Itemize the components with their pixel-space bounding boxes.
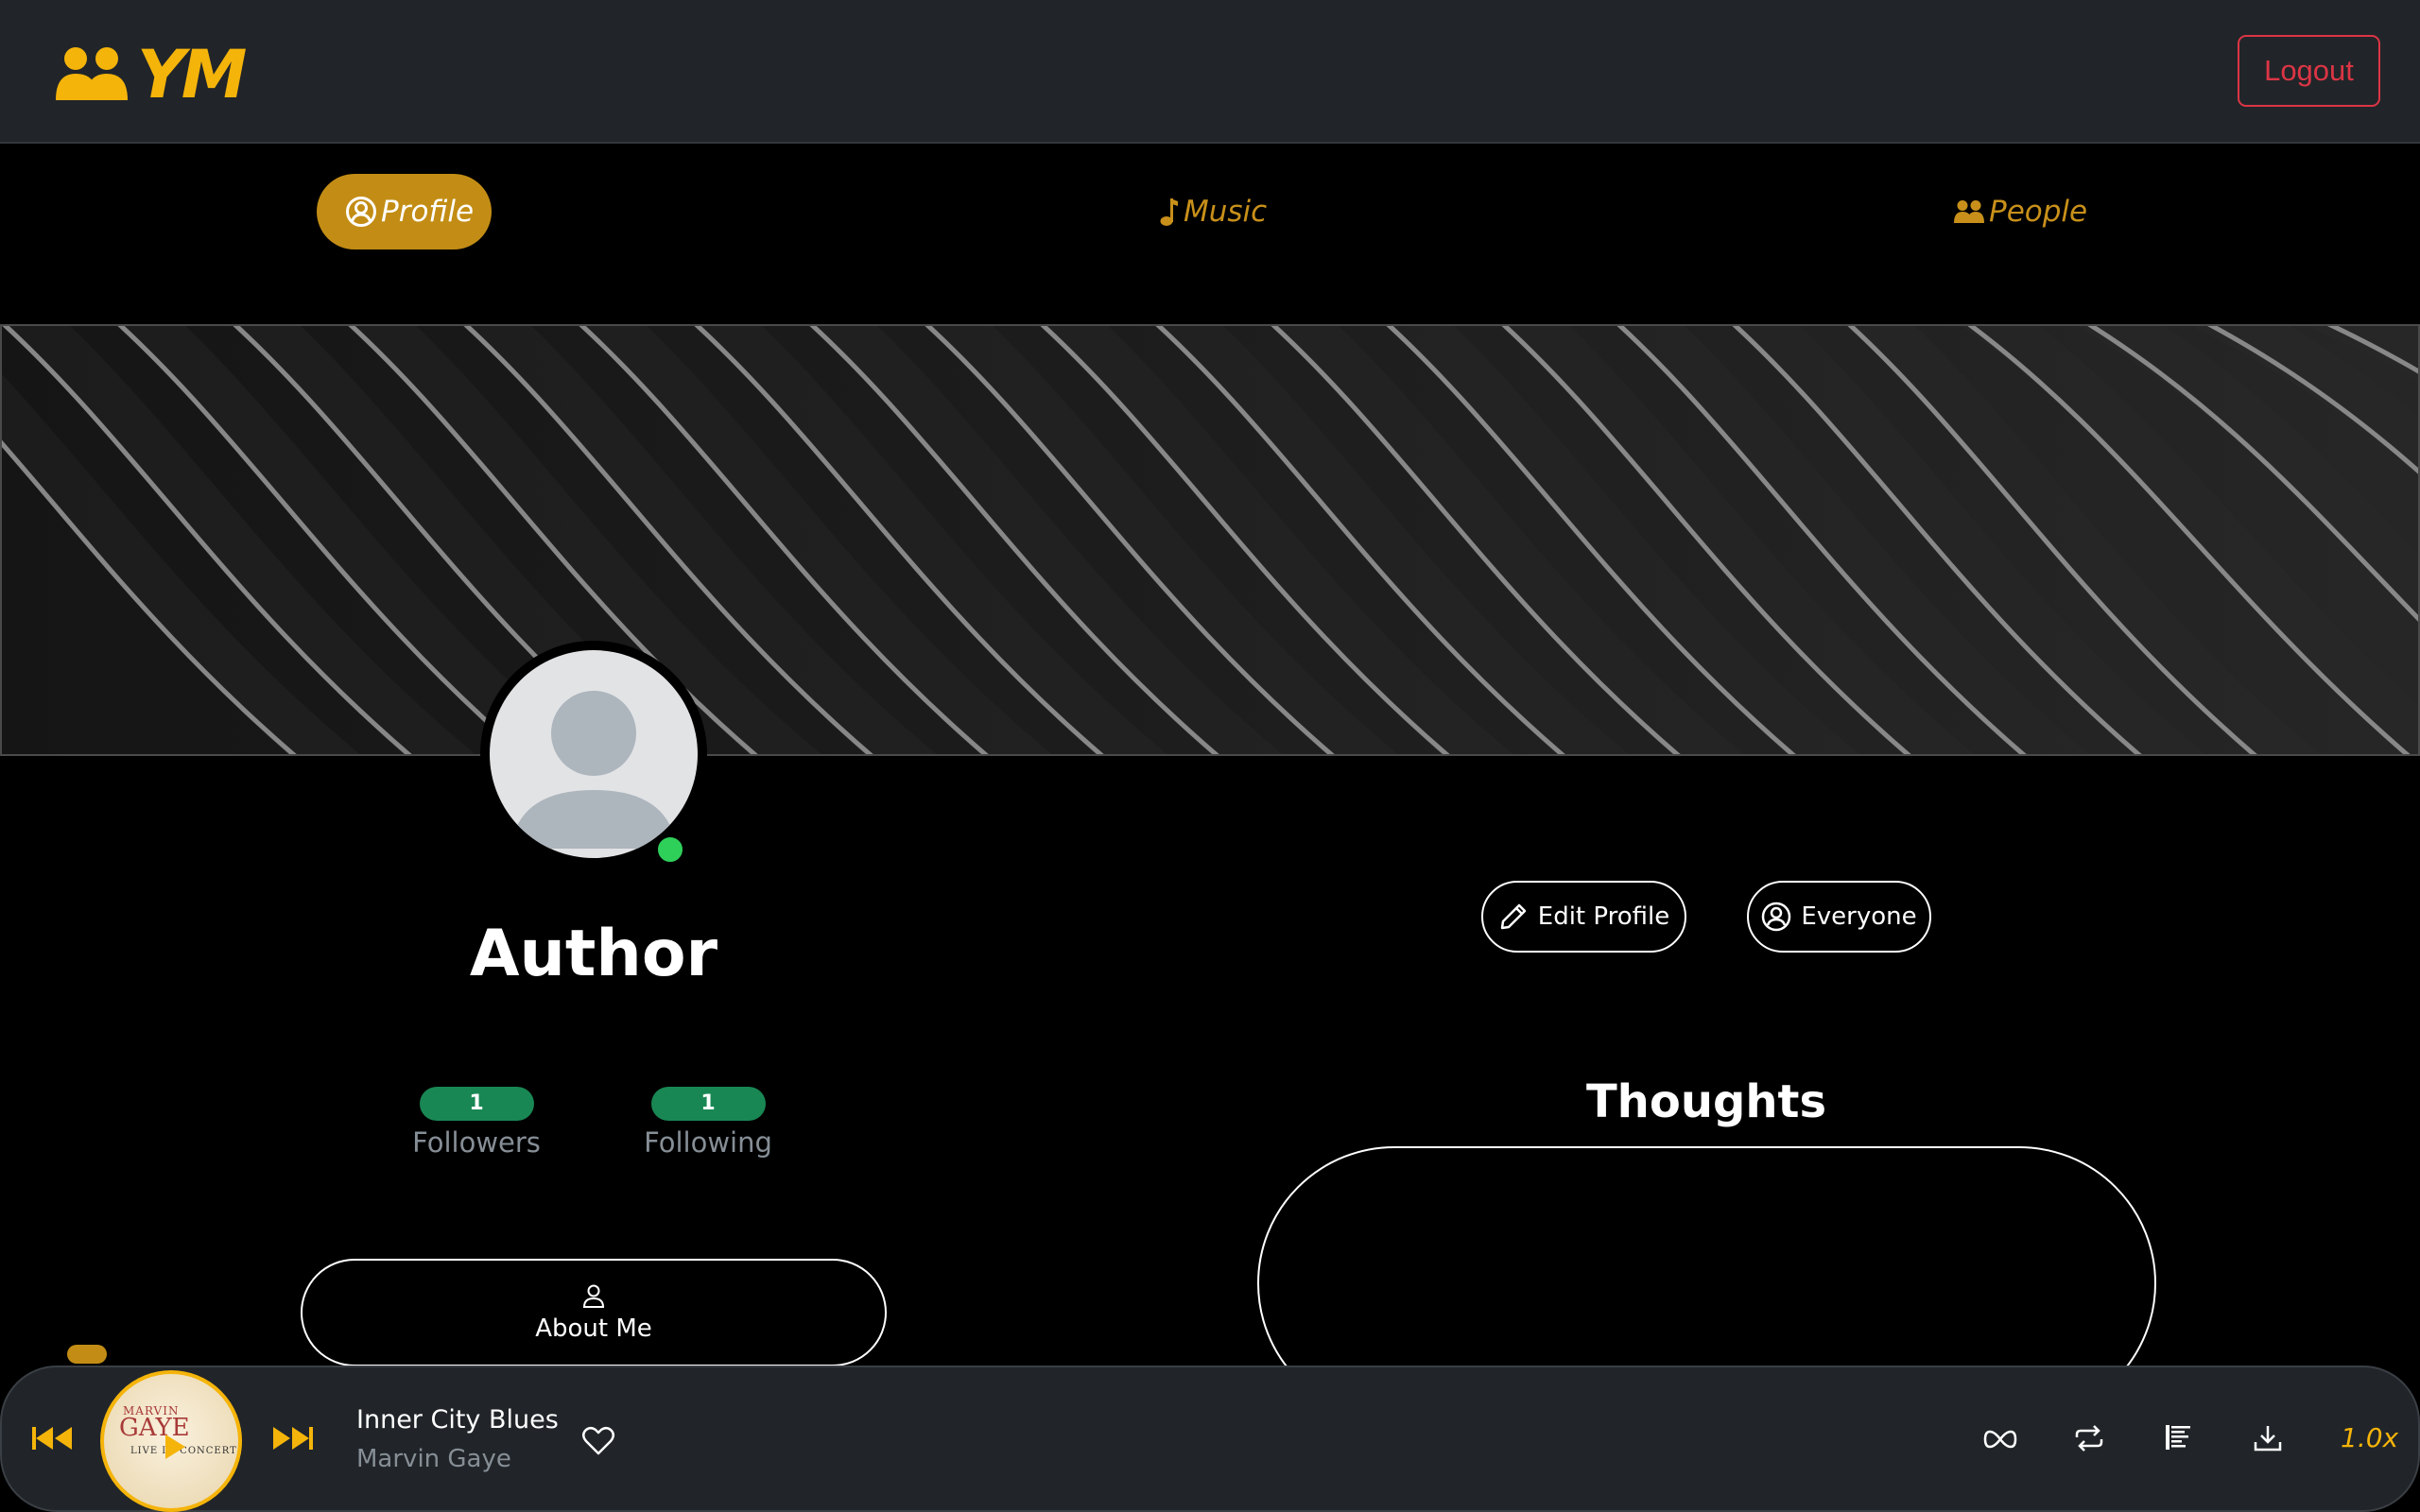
infinite-play-button[interactable] [1983,1430,2017,1449]
infinity-icon [1983,1430,2017,1449]
heart-icon [581,1426,615,1456]
thoughts-heading: Thoughts [1585,1075,1827,1128]
followers-count-badge: 1 [419,1087,534,1121]
download-icon [2253,1423,2283,1453]
person-circle-icon [1761,902,1791,932]
person-circle-icon [345,196,377,228]
tab-label: Music [1184,195,1268,229]
people-icon [1953,199,1985,224]
logo-text: YM [137,36,247,113]
edit-profile-label: Edit Profile [1537,902,1670,931]
edit-profile-button[interactable]: Edit Profile [1481,881,1686,953]
playback-speed[interactable]: 1.0x [2341,1422,2398,1453]
tab-label: Profile [381,195,475,229]
next-track-button[interactable] [271,1424,315,1452]
about-me-label: About Me [535,1314,652,1343]
logout-button[interactable]: Logout [2238,35,2380,107]
banner-image [2,326,2418,754]
skip-forward-icon [271,1424,315,1452]
album-art[interactable]: MARVIN GAYE LIVE IN CONCERT [100,1370,242,1512]
people-icon [52,45,133,104]
play-icon[interactable] [163,1433,187,1461]
like-button[interactable] [581,1426,615,1456]
skip-back-icon [30,1424,74,1452]
download-button[interactable] [2253,1423,2283,1453]
song-title: Inner City Blues [356,1405,559,1435]
text-left-align-icon [2164,1423,2192,1452]
music-note-icon [1159,196,1180,228]
previous-track-button[interactable] [30,1424,74,1452]
queue-button[interactable] [2164,1423,2192,1452]
song-artist: Marvin Gaye [356,1445,511,1473]
visibility-button[interactable]: Everyone [1747,881,1931,953]
profile-name: Author [469,917,718,991]
music-player-bar: MARVIN GAYE LIVE IN CONCERT Inner City B… [0,1366,2420,1512]
following-count-badge: 1 [650,1087,766,1121]
app-logo[interactable]: YM [52,36,247,113]
tab-people[interactable]: People [1953,174,2087,249]
following-label: Following [644,1126,772,1159]
repeat-icon [2073,1424,2105,1452]
pencil-icon [1498,902,1529,932]
tab-profile[interactable]: Profile [317,174,492,249]
tab-label: People [1989,195,2088,229]
followers-label: Followers [412,1126,541,1159]
person-icon [580,1282,607,1309]
repeat-button[interactable] [2073,1424,2105,1452]
toggle-handle[interactable] [67,1345,107,1364]
visibility-label: Everyone [1801,902,1917,931]
default-avatar-icon [490,650,698,858]
tab-music[interactable]: Music [1159,174,1267,249]
profile-banner [0,324,2420,756]
about-me-button[interactable]: About Me [301,1259,887,1366]
top-header: YM Logout [0,0,2420,144]
main-nav: Profile Music People [0,146,2420,325]
following-stat[interactable]: 1 Following [637,1087,779,1159]
online-status-indicator [654,833,686,866]
followers-stat[interactable]: 1 Followers [406,1087,547,1159]
